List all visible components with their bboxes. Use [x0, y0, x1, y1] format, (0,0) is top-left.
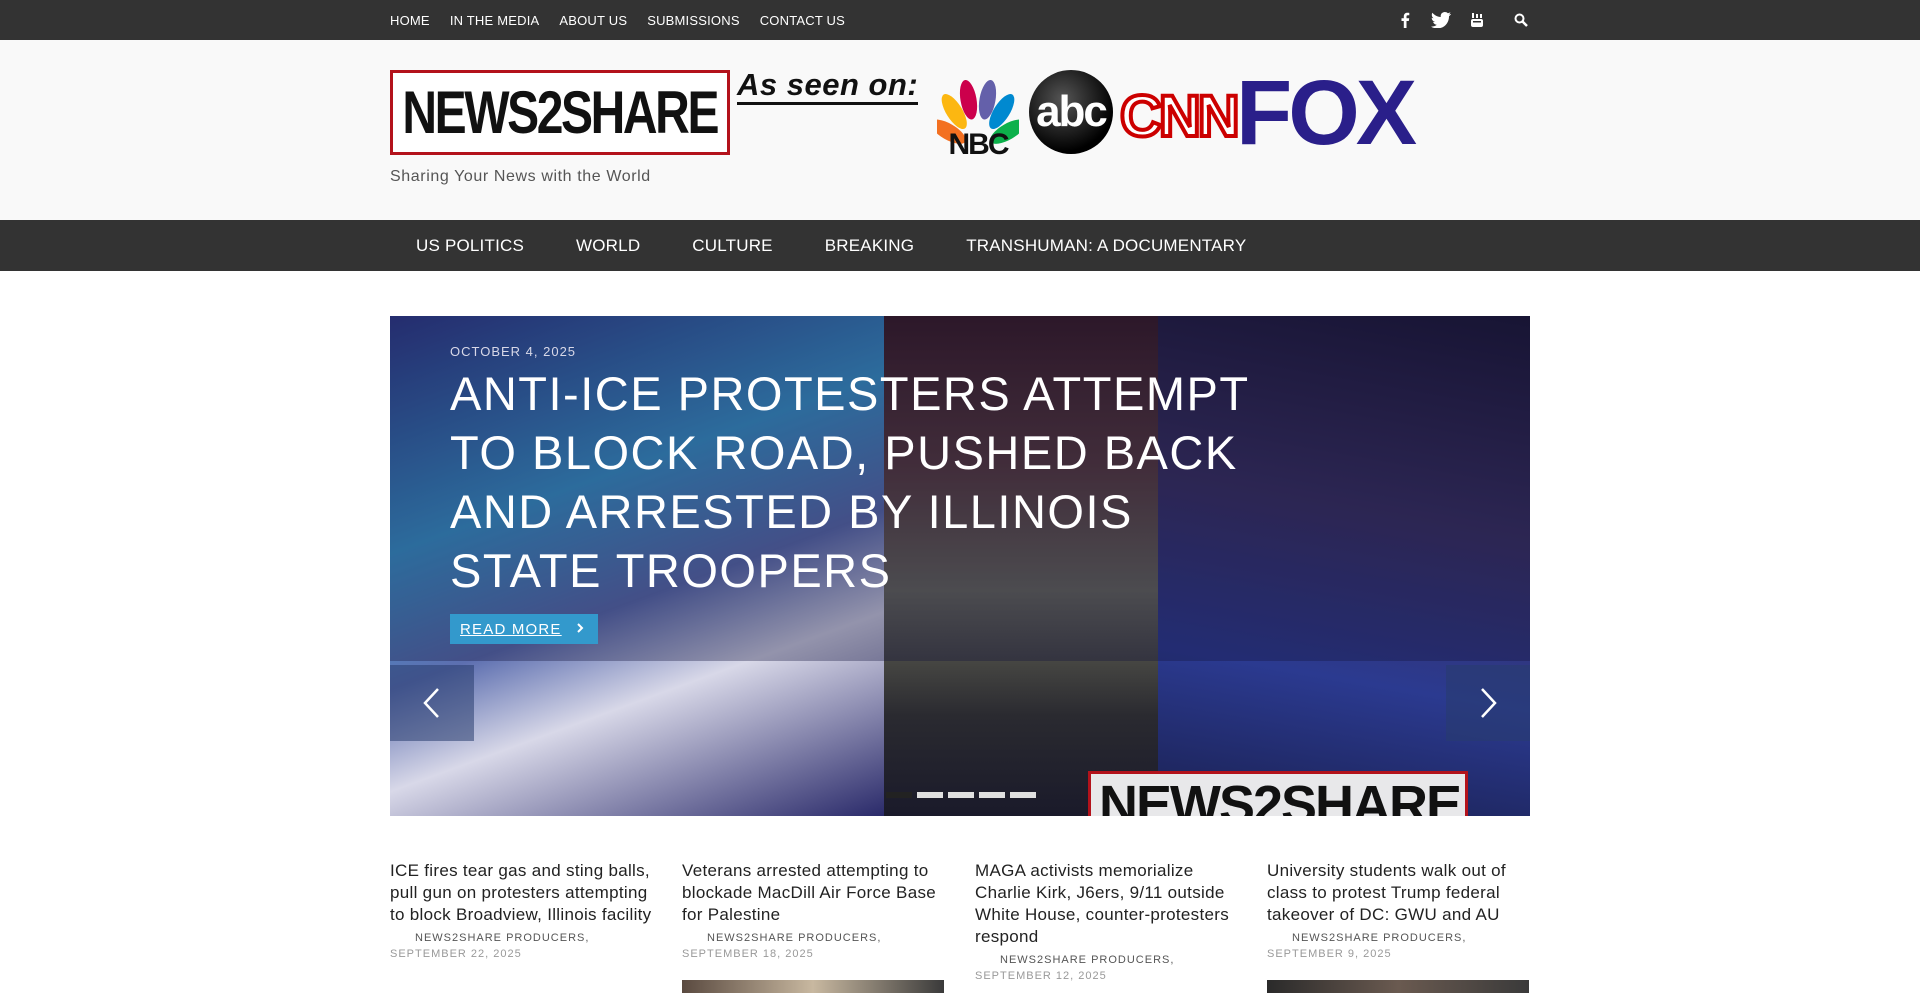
post-author[interactable]: NEWS2SHARE PRODUCERS,	[682, 932, 946, 944]
chevron-right-icon	[1481, 688, 1497, 718]
slider-dot[interactable]	[886, 792, 912, 798]
post-thumbnail[interactable]	[682, 980, 944, 993]
as-seen-on-label: As seen on:	[737, 68, 919, 105]
slider-prev-button[interactable]	[390, 665, 474, 741]
top-nav: HOME IN THE MEDIA ABOUT US SUBMISSIONS C…	[390, 0, 865, 40]
fox-logo: FOX	[1236, 62, 1417, 164]
slider-dot[interactable]	[917, 792, 943, 798]
post-card: Veterans arrested attempting to blockade…	[682, 860, 946, 960]
post-date: SEPTEMBER 22, 2025	[390, 948, 522, 960]
twitter-icon[interactable]	[1430, 9, 1452, 31]
site-tagline: Sharing Your News with the World	[390, 168, 651, 185]
main-nav-us-politics[interactable]: US POLITICS	[390, 236, 550, 256]
top-nav-about-us[interactable]: ABOUT US	[559, 13, 627, 28]
abc-logo: abc	[1029, 70, 1113, 154]
chevron-left-icon	[423, 688, 439, 718]
post-author[interactable]: NEWS2SHARE PRODUCERS,	[1267, 932, 1531, 944]
top-nav-contact-us[interactable]: CONTACT US	[760, 13, 845, 28]
read-more-label: READ MORE	[460, 620, 562, 638]
post-date: SEPTEMBER 18, 2025	[682, 948, 814, 960]
facebook-icon[interactable]	[1394, 9, 1416, 31]
main-nav: US POLITICS WORLD CULTURE BREAKING TRANS…	[0, 220, 1920, 271]
slider-dot[interactable]	[948, 792, 974, 798]
chevron-right-icon	[576, 623, 584, 633]
search-icon[interactable]	[1510, 9, 1532, 31]
post-author[interactable]: NEWS2SHARE PRODUCERS,	[975, 954, 1239, 966]
featured-slider: NEWS2SHARE OCTOBER 4, 2025 ANTI-ICE PROT…	[390, 316, 1530, 816]
top-nav-submissions[interactable]: SUBMISSIONS	[647, 13, 740, 28]
post-title[interactable]: ICE fires tear gas and sting balls, pull…	[390, 860, 654, 926]
post-date: SEPTEMBER 12, 2025	[975, 970, 1107, 982]
main-nav-transhuman-documentary[interactable]: TRANSHUMAN: A DOCUMENTARY	[940, 236, 1272, 256]
logo-text: NEWS2SHARE	[402, 79, 720, 146]
nbc-logo: NBC	[948, 128, 1010, 161]
slider-pagination	[886, 792, 1041, 798]
social-links	[1380, 0, 1532, 40]
post-card: University students walk out of class to…	[1267, 860, 1531, 960]
post-card: MAGA activists memorialize Charlie Kirk,…	[975, 860, 1239, 982]
top-nav-home[interactable]: HOME	[390, 13, 430, 28]
slide-date: OCTOBER 4, 2025	[450, 344, 577, 359]
slide-title[interactable]: ANTI-ICE PROTESTERS ATTEMPT TO BLOCK ROA…	[450, 364, 1290, 600]
post-title[interactable]: University students walk out of class to…	[1267, 860, 1531, 926]
post-title[interactable]: MAGA activists memorialize Charlie Kirk,…	[975, 860, 1239, 948]
site-logo[interactable]: NEWS2SHARE	[390, 70, 730, 155]
slider-dot[interactable]	[979, 792, 1005, 798]
top-nav-in-the-media[interactable]: IN THE MEDIA	[450, 13, 540, 28]
post-date: SEPTEMBER 9, 2025	[1267, 948, 1392, 960]
slider-next-button[interactable]	[1446, 665, 1530, 741]
post-title[interactable]: Veterans arrested attempting to blockade…	[682, 860, 946, 926]
slider-dot[interactable]	[1010, 792, 1036, 798]
slide-watermark: NEWS2SHARE	[1088, 771, 1468, 816]
post-author[interactable]: NEWS2SHARE PRODUCERS,	[390, 932, 654, 944]
main-nav-culture[interactable]: CULTURE	[666, 236, 798, 256]
youtube-icon[interactable]	[1466, 9, 1488, 31]
post-card: ICE fires tear gas and sting balls, pull…	[390, 860, 654, 960]
site-header: NEWS2SHARE Sharing Your News with the Wo…	[0, 40, 1920, 220]
main-nav-breaking[interactable]: BREAKING	[799, 236, 940, 256]
post-thumbnail[interactable]	[1267, 980, 1529, 993]
top-bar: HOME IN THE MEDIA ABOUT US SUBMISSIONS C…	[0, 0, 1920, 40]
main-nav-world[interactable]: WORLD	[550, 236, 666, 256]
read-more-button[interactable]: READ MORE	[450, 614, 598, 644]
cnn-logo: CNN	[1118, 82, 1242, 151]
